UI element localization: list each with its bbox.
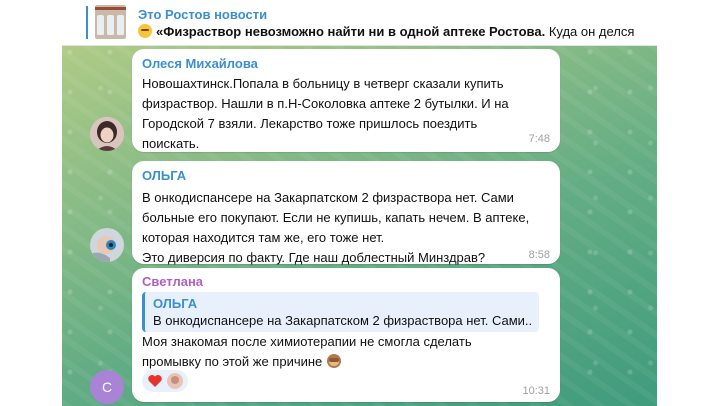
reply-quote[interactable]: ОЛЬГА В онкодиспансере на Закарпатском 2…	[142, 292, 539, 332]
chat-window: Это Ростов новости «Физраствор невозможн…	[62, 0, 657, 406]
message-author[interactable]: Олеся Михайлова	[142, 56, 258, 71]
avatar-letter: С	[101, 379, 113, 395]
avatar[interactable]	[90, 228, 124, 262]
heart-icon[interactable]	[147, 374, 163, 388]
quote-text: В онкодиспансере на Закарпатском 2 физра…	[153, 313, 533, 328]
message-time: 10:31	[522, 385, 550, 397]
message-time: 7:48	[528, 133, 550, 145]
quote-author: ОЛЬГА	[153, 296, 198, 311]
message-bubble[interactable]: ОЛЬГА В онкодиспансере на Закарпатском 2…	[132, 161, 560, 265]
pinned-message-bar[interactable]: Это Ростов новости «Физраствор невозможн…	[62, 0, 657, 46]
avatar-photo-icon	[90, 117, 124, 151]
see-no-evil-monkey-icon	[326, 354, 341, 368]
message-author[interactable]: Светлана	[142, 274, 203, 289]
pinned-channel-name: Это Ростов новости	[138, 7, 268, 22]
message-bubble[interactable]: Олеся Михайлова Новошахтинск.Попала в бо…	[132, 49, 560, 152]
avatar-photo-icon	[90, 228, 124, 262]
message-author[interactable]: ОЛЬГА	[142, 168, 186, 183]
message-time: 8:58	[528, 249, 550, 261]
reactions-bar[interactable]	[142, 370, 188, 392]
avatar[interactable]	[90, 117, 124, 151]
reactor-avatar-icon	[167, 373, 183, 389]
message-text: Моя знакомая после химиотерапии не смогл…	[142, 334, 472, 369]
pinned-thumbnail	[95, 5, 126, 39]
pinned-preview: «Физраствор невозможно найти ни в одной …	[138, 24, 648, 39]
message-text: Новошахтинск.Попала в больницу в четверг…	[142, 76, 509, 151]
avatar[interactable]: С	[90, 370, 124, 404]
message-text: В онкодиспансере на Закарпатском 2 физра…	[142, 190, 530, 265]
pinned-accent-bar	[86, 6, 88, 39]
thinking-face-icon	[138, 24, 152, 38]
message-bubble[interactable]: Светлана ОЛЬГА В онкодиспансере на Закар…	[132, 268, 560, 402]
